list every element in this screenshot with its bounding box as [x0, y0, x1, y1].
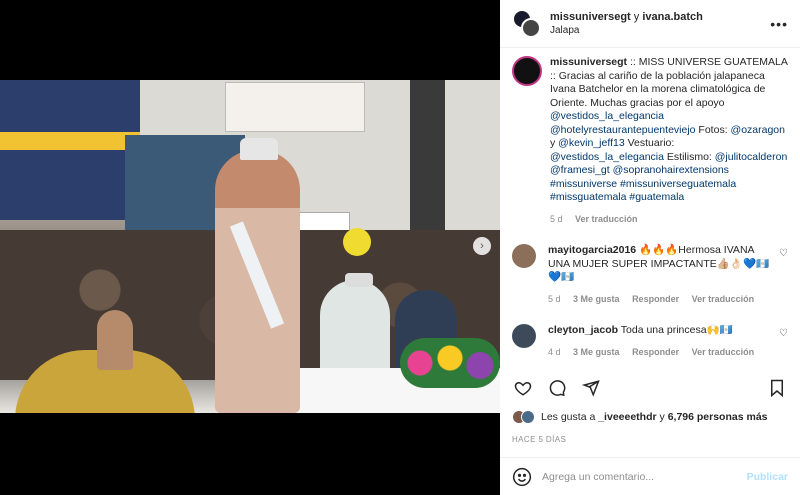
mention-link[interactable]: @framesi_gt: [550, 164, 610, 176]
hashtag-link[interactable]: #missuniverse: [550, 178, 617, 190]
likes-prefix: Les gusta a: [541, 411, 599, 423]
comment-body: cleyton_jacob Toda una princesa🙌🇬🇹 4 d 3…: [548, 324, 788, 359]
hashtag-link[interactable]: #missguatemala: [550, 191, 626, 203]
avatar[interactable]: [512, 244, 536, 268]
caption-text: Fotos:: [695, 123, 731, 136]
mention-link[interactable]: @ozaragon: [731, 124, 785, 136]
comment-icon[interactable]: [546, 377, 568, 399]
smiley-icon[interactable]: [512, 467, 532, 487]
publish-button[interactable]: Publicar: [747, 471, 788, 483]
comment-time[interactable]: 5 d: [548, 294, 561, 304]
reply-button[interactable]: Responder: [632, 347, 679, 357]
post-time[interactable]: HACE 5 DÍAS: [512, 435, 566, 444]
comment: cleyton_jacob Toda una princesa🙌🇬🇹 4 d 3…: [512, 324, 788, 359]
comment-meta: 4 d 3 Me gusta Responder Ver traducción: [548, 346, 772, 360]
crown: [240, 138, 278, 160]
tiara: [345, 273, 373, 287]
little-girl: [97, 310, 133, 370]
action-bar: [512, 377, 788, 399]
comment-likes[interactable]: 3 Me gusta: [573, 294, 620, 304]
comment-time[interactable]: 4 d: [548, 347, 561, 357]
avatar[interactable]: [521, 410, 535, 424]
translate-link[interactable]: Ver traducción: [692, 347, 755, 357]
comment-username[interactable]: mayitogarcia2016: [548, 244, 636, 256]
seated-queen: [320, 280, 390, 375]
send-icon[interactable]: [580, 377, 602, 399]
caption-text: Estilismo:: [663, 150, 715, 163]
comment-likes[interactable]: 3 Me gusta: [573, 347, 620, 357]
likes-count[interactable]: 6,796 personas más: [668, 411, 768, 423]
comment: mayitogarcia2016 🔥🔥🔥Hermosa IVANA UNA MU…: [512, 244, 788, 306]
bookmark-icon[interactable]: [766, 377, 788, 399]
header-text: missuniversegt y ivana.batch Jalapa: [550, 11, 770, 36]
instagram-post: › missuniversegt y ivana.batch Jalapa ••…: [0, 0, 800, 495]
comments-area[interactable]: missuniversegt :: MISS UNIVERSE GUATEMAL…: [500, 56, 800, 368]
yellow-balloon: [343, 228, 371, 256]
heart-icon[interactable]: ♡: [779, 328, 788, 339]
avatar[interactable]: [512, 56, 542, 86]
likes-text: Les gusta a _iveeeethdr y 6,796 personas…: [541, 411, 768, 423]
translate-link[interactable]: Ver traducción: [692, 294, 755, 304]
likes-row: Les gusta a _iveeeethdr y 6,796 personas…: [512, 410, 788, 424]
likes-middle: y: [656, 411, 668, 423]
comment-input[interactable]: [542, 470, 747, 483]
mention-link[interactable]: @hotelyrestaurantepuenteviejo: [550, 124, 696, 136]
flower-arrangement: [400, 338, 500, 388]
mention-link[interactable]: @kevin_jeff13: [558, 137, 625, 149]
mention-link[interactable]: @vestidos_la_elegancia: [550, 110, 664, 122]
post-header: missuniversegt y ivana.batch Jalapa •••: [500, 0, 800, 48]
caption-meta: 5 d Ver traducción: [550, 213, 788, 227]
translate-link[interactable]: Ver traducción: [575, 214, 638, 224]
add-comment-bar: Publicar: [500, 457, 800, 495]
header-names: missuniversegt y ivana.batch: [550, 11, 770, 23]
reply-button[interactable]: Responder: [632, 294, 679, 304]
comment-username[interactable]: cleyton_jacob: [548, 324, 618, 336]
caption-username[interactable]: missuniversegt: [550, 56, 627, 68]
sponsor-banner: [0, 80, 140, 220]
heart-icon[interactable]: [512, 377, 534, 399]
caption-time[interactable]: 5 d: [550, 214, 563, 224]
header-user-1[interactable]: missuniversegt: [550, 11, 631, 23]
mention-link[interactable]: @sopranohairextensions: [613, 164, 729, 176]
caption-text: y: [550, 137, 559, 149]
comment-meta: 5 d 3 Me gusta Responder Ver traducción: [548, 293, 772, 307]
chevron-right-icon[interactable]: ›: [473, 237, 491, 255]
mention-link[interactable]: @julitocalderon: [715, 151, 788, 163]
liker-username[interactable]: _iveeeethdr: [598, 411, 656, 423]
heart-icon[interactable]: ♡: [779, 248, 788, 259]
comment-body: mayitogarcia2016 🔥🔥🔥Hermosa IVANA UNA MU…: [548, 244, 788, 306]
post-photo[interactable]: [0, 80, 500, 413]
location-link[interactable]: Jalapa: [550, 25, 770, 36]
media-pane: ›: [0, 0, 500, 495]
more-horizontal-icon[interactable]: •••: [770, 16, 788, 32]
mention-link[interactable]: @vestidos_la_elegancia: [550, 151, 664, 163]
hashtag-link[interactable]: #guatemala: [629, 191, 684, 203]
avatar[interactable]: [521, 17, 541, 38]
hashtag-link[interactable]: #missuniverseguatemala: [620, 178, 736, 190]
post-sidebar: missuniversegt y ivana.batch Jalapa ••• …: [500, 0, 800, 495]
header-joiner: y: [633, 11, 640, 23]
caption-text: Vestuario:: [624, 137, 675, 149]
avatar[interactable]: [512, 324, 536, 348]
sponsor-sign: [225, 82, 365, 132]
comment-text: Toda una princesa🙌🇬🇹: [620, 324, 733, 336]
caption: missuniversegt :: MISS UNIVERSE GUATEMAL…: [512, 56, 788, 226]
avatar-stack[interactable]: [512, 8, 542, 39]
caption-body: missuniversegt :: MISS UNIVERSE GUATEMAL…: [550, 56, 788, 226]
header-user-2[interactable]: ivana.batch: [642, 11, 703, 23]
banner-strip: [0, 132, 140, 150]
